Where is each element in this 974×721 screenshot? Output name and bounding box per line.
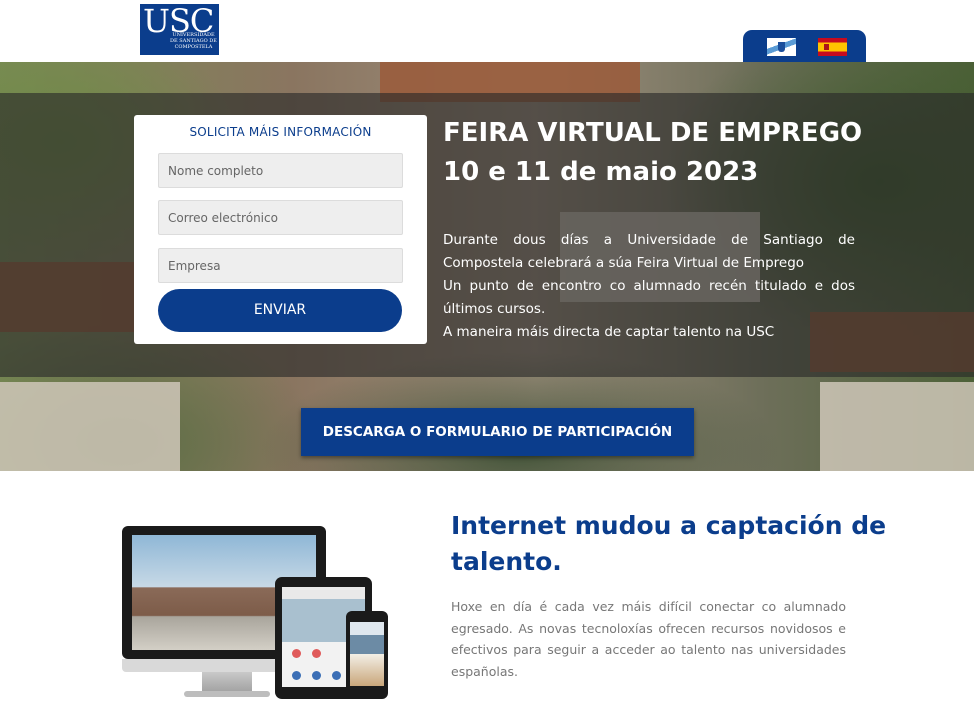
section-text: Hoxe en día é cada vez máis difícil cone… bbox=[451, 599, 846, 679]
hero-paragraph: A maneira máis directa de captar talento… bbox=[443, 324, 775, 340]
phone-screen-image bbox=[350, 622, 384, 686]
section-title: Internet mudou a captación de talento. bbox=[451, 511, 887, 576]
galician-flag-icon[interactable] bbox=[767, 38, 796, 56]
logo-subtext: UNIVERSIDADE DE SANTIAGO DE COMPOSTELA bbox=[170, 32, 217, 50]
background-building bbox=[0, 382, 180, 471]
page: USC UNIVERSIDADE DE SANTIAGO DE COMPOSTE… bbox=[0, 0, 974, 721]
spanish-flag-icon[interactable] bbox=[818, 38, 847, 56]
form-title: SOLICITA MÁIS INFORMACIÓN bbox=[189, 125, 372, 139]
send-button[interactable]: ENVIAR bbox=[158, 289, 402, 332]
monitor-foot bbox=[184, 691, 270, 697]
language-switcher bbox=[743, 30, 866, 62]
company-input[interactable] bbox=[158, 248, 403, 283]
hero-section: SOLICITA MÁIS INFORMACIÓN ENVIAR FEIRA V… bbox=[0, 62, 974, 471]
full-name-input[interactable] bbox=[158, 153, 403, 188]
header: USC UNIVERSIDADE DE SANTIAGO DE COMPOSTE… bbox=[0, 0, 974, 62]
download-form-button[interactable]: DESCARGA O FORMULARIO DE PARTICIPACIÓN bbox=[301, 408, 694, 456]
background-building bbox=[820, 382, 974, 471]
email-input[interactable] bbox=[158, 200, 403, 235]
hero-title: FEIRA VIRTUAL DE EMPREGO 10 e 11 de maio… bbox=[443, 114, 963, 192]
info-request-form: SOLICITA MÁIS INFORMACIÓN ENVIAR bbox=[134, 115, 427, 344]
hero-paragraph: Durante dous días a Universidade de Sant… bbox=[443, 232, 855, 271]
hero-title-dates: 10 e 11 de maio 2023 bbox=[443, 157, 759, 187]
hero-description: Durante dous días a Universidade de Sant… bbox=[443, 229, 855, 344]
hero-title-line1: FEIRA VIRTUAL DE EMPREGO bbox=[443, 118, 863, 148]
phone bbox=[346, 611, 388, 699]
devices-illustration bbox=[122, 520, 392, 710]
hero-paragraph: Un punto de encontro co alumnado recén t… bbox=[443, 278, 855, 317]
usc-logo[interactable]: USC UNIVERSIDADE DE SANTIAGO DE COMPOSTE… bbox=[140, 2, 219, 55]
